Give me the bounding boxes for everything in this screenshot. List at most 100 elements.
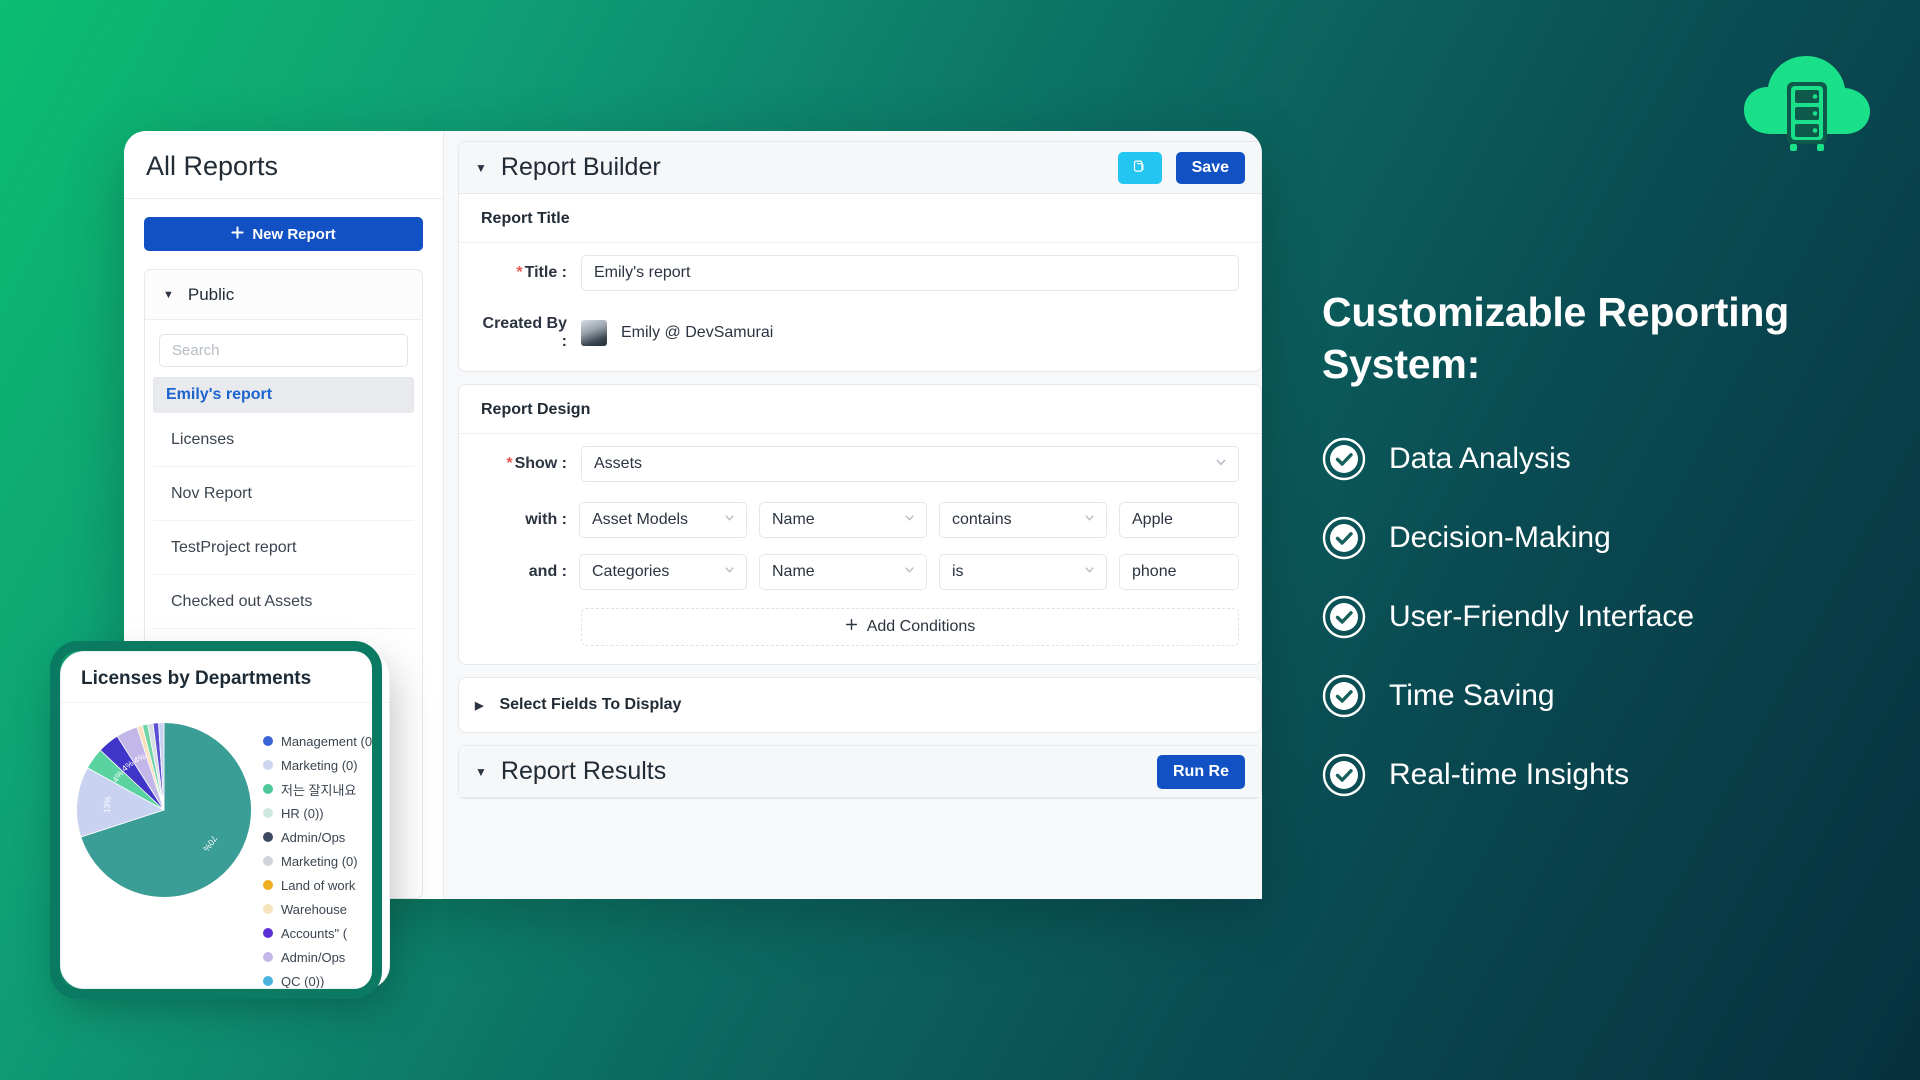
condition-value-input[interactable]: Apple — [1119, 502, 1239, 538]
legend-item: Accounts" ( — [263, 921, 376, 945]
select-fields-label: Select Fields To Display — [499, 696, 682, 713]
feature-label: Decision-Making — [1389, 520, 1611, 554]
legend-label: HR (0)) — [281, 805, 324, 821]
report-design-panel: Report Design * Show : Assets with : Ass… — [458, 384, 1262, 665]
show-label-text: Show : — [514, 455, 567, 472]
search-input[interactable] — [159, 334, 408, 367]
chevron-down-icon — [723, 511, 736, 529]
condition-operator-value: contains — [952, 511, 1012, 528]
created-by-row: Created By : Emily @ DevSamurai — [459, 303, 1261, 371]
title-row: * Title : Emily's report — [459, 243, 1261, 303]
legend-label: 저는 잘지내요 — [281, 782, 357, 798]
condition-operator-select[interactable]: contains — [939, 502, 1107, 538]
pie-slice-label: 13% — [101, 795, 113, 813]
show-label: * Show : — [481, 455, 567, 473]
main-content: ▼ Report Builder Save Report Title * Tit… — [444, 131, 1262, 899]
caret-down-icon[interactable]: ▼ — [475, 161, 487, 175]
created-by-name: Emily @ DevSamurai — [621, 324, 774, 341]
legend-swatch — [263, 880, 273, 890]
legend-swatch — [263, 832, 273, 842]
chevron-down-icon — [1083, 511, 1096, 529]
legend-label: Admin/Ops — [281, 829, 346, 845]
chart-body: 70% 13% 4% 4% 4% Management (0) Marketing (0… — [61, 703, 389, 988]
show-select[interactable]: Assets — [581, 446, 1239, 482]
show-value: Assets — [594, 455, 643, 472]
report-title-section: Report Title * Title : Emily's report Cre… — [459, 194, 1261, 371]
chevron-down-icon — [903, 563, 916, 581]
list-item: Decision-Making — [1322, 516, 1882, 560]
condition-field-select[interactable]: Name — [759, 502, 927, 538]
legend-item: HR (0)) — [263, 801, 376, 825]
select-fields-panel[interactable]: ▶ Select Fields To Display — [458, 677, 1262, 733]
legend-item: Management (0) — [263, 729, 376, 753]
chevron-down-icon — [723, 563, 736, 581]
legend-item: Land of work — [263, 873, 376, 897]
select-fields-toggle[interactable]: ▶ Select Fields To Display — [459, 678, 1261, 732]
condition-entity-value: Categories — [592, 563, 670, 580]
condition-value-input[interactable]: phone — [1119, 554, 1239, 590]
public-group-label: Public — [187, 284, 235, 304]
copy-button[interactable] — [1117, 151, 1162, 184]
list-item[interactable]: Checked out Assets — [153, 575, 414, 629]
legend-label: Management (0) — [281, 733, 377, 749]
page-title: All Reports — [146, 151, 279, 181]
check-circle-icon — [1322, 437, 1366, 481]
title-input[interactable]: Emily's report — [581, 255, 1239, 291]
add-conditions-button[interactable]: Add Conditions — [581, 608, 1239, 646]
created-by-label: Created By : — [482, 315, 567, 350]
report-builder-title: Report Builder — [500, 153, 661, 181]
new-report-label: New Report — [252, 225, 336, 243]
legend-label: Marketing (0) — [281, 757, 358, 773]
list-item: Data Analysis — [1322, 437, 1882, 481]
legend-swatch — [263, 856, 273, 866]
new-report-button[interactable]: New Report — [144, 217, 423, 251]
chart-title: Licenses by Departments — [61, 652, 389, 703]
list-item[interactable]: Licenses — [153, 413, 414, 467]
sidebar-header: All Reports — [124, 131, 443, 199]
chevron-down-icon — [1214, 455, 1228, 474]
save-button[interactable]: Save — [1175, 151, 1245, 184]
condition-field-select[interactable]: Name — [759, 554, 927, 590]
report-results-header: ▼ Report Results Run Re — [459, 746, 1261, 798]
condition-operator-select[interactable]: is — [939, 554, 1107, 590]
pie-chart: 70% 13% 4% 4% 4% — [69, 715, 259, 988]
legend-label: Land of work — [281, 877, 356, 893]
condition-row: and : Categories Name is phone — [459, 546, 1261, 598]
feature-label: User-Friendly Interface — [1389, 599, 1695, 633]
chevron-down-icon — [1083, 563, 1096, 581]
legend-item: Admin/Ops — [263, 825, 376, 849]
legend-item: 저는 잘지내요 — [263, 777, 376, 801]
list-item[interactable]: Emily's report — [153, 377, 414, 413]
list-item: Real-time Insights — [1322, 753, 1882, 797]
check-circle-icon — [1322, 753, 1366, 797]
chevron-down-icon — [903, 511, 916, 529]
condition-entity-select[interactable]: Asset Models — [579, 502, 747, 538]
condition-field-value: Name — [772, 511, 815, 528]
feature-label: Real-time Insights — [1389, 757, 1630, 791]
chart-legend: Management (0) Marketing (0) 저는 잘지내요 HR … — [263, 715, 376, 988]
avatar — [581, 320, 607, 346]
condition-operator-value: is — [952, 563, 964, 580]
title-label: * Title : — [481, 264, 567, 282]
list-item: User-Friendly Interface — [1322, 595, 1882, 639]
promo-text-block: Customizable Reporting System: Data Anal… — [1322, 286, 1882, 832]
required-marker: * — [516, 264, 523, 281]
legend-swatch — [263, 760, 273, 770]
check-circle-icon — [1322, 595, 1366, 639]
caret-down-icon[interactable]: ▼ — [475, 765, 487, 779]
public-group-header[interactable]: ▼ Public — [145, 270, 422, 320]
plus-icon — [231, 225, 244, 243]
legend-swatch — [263, 784, 273, 794]
list-item[interactable]: TestProject report — [153, 521, 414, 575]
run-report-button[interactable]: Run Re — [1157, 754, 1245, 789]
search-wrap — [145, 320, 422, 377]
legend-swatch — [263, 808, 273, 818]
add-conditions-label: Add Conditions — [866, 618, 976, 635]
legend-label: Warehouse — [281, 901, 347, 917]
section-heading: Report Title — [459, 194, 1261, 243]
legend-swatch — [263, 976, 273, 986]
plus-icon — [845, 618, 858, 636]
condition-entity-select[interactable]: Categories — [579, 554, 747, 590]
list-item[interactable]: Nov Report — [153, 467, 414, 521]
show-row: * Show : Assets — [459, 434, 1261, 494]
